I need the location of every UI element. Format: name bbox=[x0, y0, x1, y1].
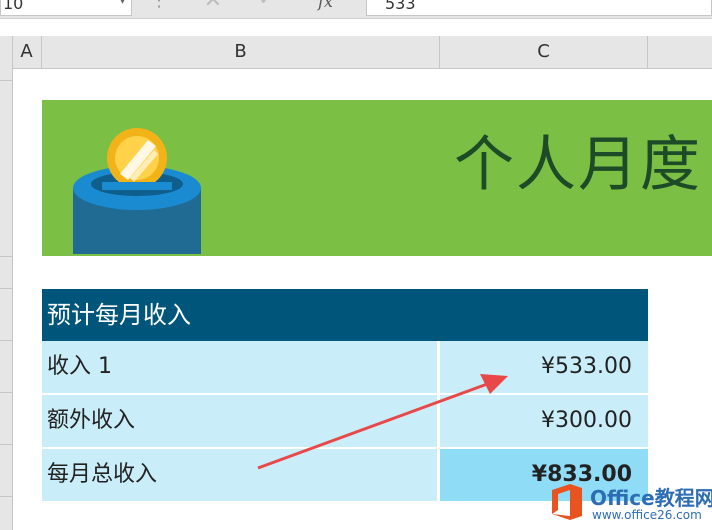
watermark-brand: Office教程网 bbox=[590, 486, 712, 510]
annotation-arrow bbox=[257, 374, 508, 470]
office-logo-icon bbox=[552, 484, 582, 520]
watermark-url: www.office26.com bbox=[592, 508, 702, 522]
watermark: Office教程网 www.office26.com bbox=[548, 478, 712, 530]
